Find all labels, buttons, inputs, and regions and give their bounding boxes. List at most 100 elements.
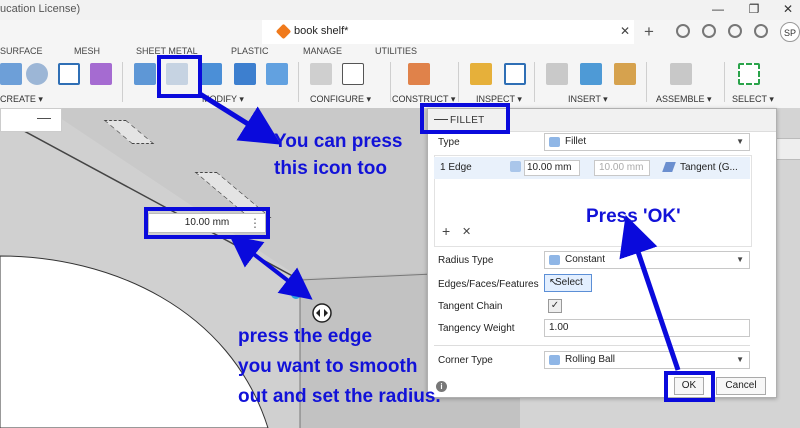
edges-faces-features-label: Edges/Faces/Features <box>438 279 539 290</box>
revolve-icon[interactable] <box>26 63 48 85</box>
view-cube[interactable] <box>776 138 800 160</box>
radius-icon <box>510 161 521 172</box>
constant-radius-icon <box>549 255 560 265</box>
configure-table-icon[interactable] <box>342 63 364 85</box>
chevron-down-icon: ▼ <box>736 137 744 146</box>
sketch-icon[interactable] <box>58 63 80 85</box>
secondary-radius-value: 10.00 mm <box>599 162 644 173</box>
shell-icon[interactable] <box>234 63 256 85</box>
type-select-value: Fillet <box>565 136 587 147</box>
select-edges-button[interactable]: ↖ Select <box>544 274 592 292</box>
remove-edge-button[interactable]: ✕ <box>462 225 471 238</box>
window-close-button[interactable]: ✕ <box>778 2 798 16</box>
close-tab-icon[interactable]: ✕ <box>620 24 630 38</box>
corner-type-select[interactable]: Rolling Ball ▼ <box>544 351 750 369</box>
parameters-icon[interactable] <box>310 63 332 85</box>
toolbar-separator <box>534 62 535 102</box>
toolbar-separator <box>122 62 123 102</box>
notifications-icon[interactable] <box>728 24 742 38</box>
corner-type-value: Rolling Ball <box>565 354 616 365</box>
toolbar-separator <box>390 62 391 102</box>
type-select[interactable]: Fillet ▼ <box>544 133 750 151</box>
cancel-button[interactable]: Cancel <box>716 377 766 395</box>
icon-note-line-1: You can press <box>274 131 403 152</box>
select-icon[interactable] <box>738 63 760 85</box>
edge-note-line-2: you want to smooth <box>238 356 418 377</box>
toolbar-separator <box>298 62 299 102</box>
collapse-panel-button[interactable]: — <box>37 109 51 125</box>
user-avatar[interactable]: SP <box>780 22 800 42</box>
tangent-chain-label: Tangent Chain <box>438 301 503 312</box>
edge-radius-input[interactable]: 10.00 mm <box>524 160 580 176</box>
configure-menu[interactable]: CONFIGURE ▾ <box>310 94 371 105</box>
ok-button-highlight <box>664 371 715 402</box>
toolbar-separator <box>646 62 647 102</box>
create-menu[interactable]: CREATE ▾ <box>0 94 43 105</box>
fillet-icon-highlight <box>157 55 202 98</box>
divider <box>434 345 750 346</box>
extrude-icon[interactable] <box>0 63 22 85</box>
rolling-ball-icon <box>549 355 560 365</box>
modify-menu[interactable]: MODIFY ▾ <box>202 94 244 105</box>
tangent-chain-checkbox[interactable]: ✓ <box>548 299 562 313</box>
insert-menu[interactable]: INSERT ▾ <box>568 94 608 105</box>
tab-surface[interactable]: SURFACE <box>0 46 43 56</box>
press-pull-icon[interactable] <box>134 63 156 85</box>
add-edge-button[interactable]: + <box>442 223 450 239</box>
cursor-arrow-icon: ↖ <box>549 277 558 288</box>
type-label: Type <box>438 137 460 148</box>
fillet-drag-handle[interactable] <box>312 303 332 323</box>
dimension-input-highlight <box>144 207 270 239</box>
radius-type-label: Radius Type <box>438 255 494 266</box>
fillet-type-icon <box>549 137 560 147</box>
browser-panel: — <box>0 108 62 132</box>
new-component-icon[interactable] <box>670 63 692 85</box>
fillet-title-highlight <box>420 103 510 134</box>
minimize-button[interactable]: — <box>708 2 728 16</box>
insert-mesh-icon[interactable] <box>614 63 636 85</box>
toolbar-separator <box>458 62 459 102</box>
window-title: ucation License) <box>0 3 81 15</box>
tangent-value[interactable]: Tangent (G... <box>680 162 738 173</box>
help-icon[interactable] <box>754 24 768 38</box>
assemble-menu[interactable]: ASSEMBLE ▾ <box>656 94 712 105</box>
extensions-icon[interactable] <box>676 24 690 38</box>
secondary-radius-input[interactable]: 10.00 mm <box>594 160 650 176</box>
icon-note-line-2: this icon too <box>274 158 387 179</box>
offset-plane-icon[interactable] <box>408 63 430 85</box>
tangency-weight-label: Tangency Weight <box>438 323 515 334</box>
edge-note-line-1: press the edge <box>238 326 373 347</box>
edge-row[interactable]: 1 Edge 10.00 mm 10.00 mm Tangent (G... <box>434 157 750 179</box>
fillet-dialog: — FILLET Type Fillet ▼ 1 Edge 10.00 mm 1… <box>427 108 777 398</box>
chevron-down-icon: ▼ <box>736 355 744 364</box>
insert-canvas-icon[interactable] <box>580 63 602 85</box>
chevron-down-icon: ▼ <box>736 255 744 264</box>
window-title-bar: ucation License) — ❐ ✕ <box>0 0 800 20</box>
select-button-label: Select <box>555 277 583 288</box>
tangency-weight-input[interactable]: 1.00 <box>544 319 750 337</box>
edge-note-line-3: out and set the radius. <box>238 386 441 407</box>
corner-type-label: Corner Type <box>438 355 493 366</box>
edge-pick-point <box>291 289 301 299</box>
tab-manage[interactable]: MANAGE <box>303 46 342 56</box>
new-tab-button[interactable]: + <box>644 22 654 42</box>
tab-mesh[interactable]: MESH <box>74 46 100 56</box>
chamfer-icon[interactable] <box>200 63 222 85</box>
tab-plastic[interactable]: PLASTIC <box>231 46 269 56</box>
create-form-icon[interactable] <box>90 63 112 85</box>
ok-note: Press 'OK' <box>586 206 681 227</box>
tab-utilities[interactable]: UTILITIES <box>375 46 417 56</box>
document-tab-label: book shelf* <box>294 25 349 37</box>
restore-button[interactable]: ❐ <box>744 2 764 16</box>
document-tab[interactable]: book shelf* ✕ <box>262 20 634 44</box>
design-file-icon <box>275 23 292 40</box>
section-analysis-icon[interactable] <box>504 63 526 85</box>
job-status-icon[interactable] <box>702 24 716 38</box>
insert-derive-icon[interactable] <box>546 63 568 85</box>
select-menu[interactable]: SELECT ▾ <box>732 94 774 105</box>
measure-icon[interactable] <box>470 63 492 85</box>
radius-type-select[interactable]: Constant ▼ <box>544 251 750 269</box>
toolbar-separator <box>724 62 725 102</box>
tangent-icon <box>662 162 676 172</box>
combine-icon[interactable] <box>266 63 288 85</box>
